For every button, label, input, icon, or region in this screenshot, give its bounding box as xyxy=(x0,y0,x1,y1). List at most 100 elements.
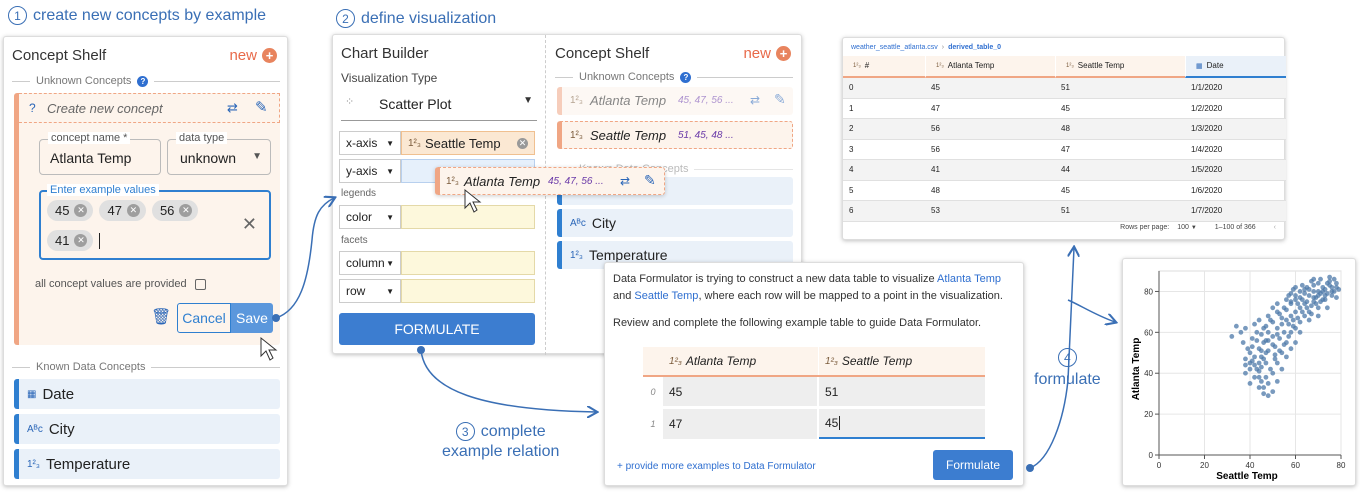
formulate-button[interactable]: Formulate xyxy=(933,450,1013,480)
data-point xyxy=(1252,321,1257,327)
data-point xyxy=(1243,325,1248,331)
provide-more-examples-link[interactable]: + provide more examples to Data Formulat… xyxy=(617,461,816,472)
data-point xyxy=(1268,317,1273,323)
data-point xyxy=(1288,329,1294,335)
data-point xyxy=(1263,374,1269,380)
concept-link[interactable]: Atlanta Temp xyxy=(937,273,1001,285)
data-point xyxy=(1270,389,1276,395)
column-header[interactable]: 1²₃ # xyxy=(843,55,925,78)
vis-type-select[interactable]: ⁘ Scatter Plot ▼ xyxy=(341,87,537,121)
rows-per-page-select[interactable]: 100 ▼ xyxy=(1177,224,1197,231)
concept-card-city[interactable]: Aᴮc City xyxy=(14,414,280,444)
chevron-left-icon[interactable]: ‹ xyxy=(1274,224,1276,231)
save-button[interactable]: Save xyxy=(231,303,273,333)
breadcrumb-table[interactable]: derived_table_0 xyxy=(948,44,1001,51)
formulate-button[interactable]: FORMULATE xyxy=(339,313,535,345)
edit-icon[interactable]: ✎ xyxy=(644,172,656,189)
arrow-origin-dot xyxy=(1026,464,1034,472)
all-values-checkbox[interactable] xyxy=(194,278,206,290)
row-channel-select[interactable]: row ▼ xyxy=(339,279,401,303)
trash-icon[interactable]: 🗑 xyxy=(151,307,171,327)
row-slot[interactable] xyxy=(401,279,535,303)
help-icon[interactable]: ? xyxy=(137,75,149,87)
column-header[interactable]: 1²₃ Atlanta Temp xyxy=(925,55,1055,78)
example-cell[interactable]: 51 xyxy=(819,377,985,406)
data-point xyxy=(1306,287,1312,292)
table-cell: 1/7/2020 xyxy=(1191,206,1223,216)
data-point xyxy=(1284,317,1289,323)
y-axis-channel-select[interactable]: y-axis ▼ xyxy=(339,159,401,183)
value-chip[interactable]: 41 ✕ xyxy=(47,230,94,251)
mouse-cursor-icon xyxy=(464,188,482,213)
column-header[interactable]: ▦ Date xyxy=(1185,55,1286,78)
remove-icon[interactable]: ✕ xyxy=(517,137,528,149)
clear-icon[interactable]: ✕ xyxy=(242,214,257,235)
example-values-field[interactable]: Enter example values 45 ✕ 47 ✕ 56 ✕ 41 ✕ ✕ xyxy=(39,184,271,260)
table-row: 4 41 44 1/5/2020 xyxy=(843,160,1286,181)
create-concept-row[interactable]: ? Create new concept ⇄ ✎ xyxy=(19,93,280,123)
concept-name-field[interactable]: concept name * Atlanta Temp xyxy=(39,132,161,175)
column-channel-select[interactable]: column ▼ xyxy=(339,251,401,275)
example-cell[interactable]: 45 xyxy=(663,377,819,406)
new-concept-button[interactable]: new + xyxy=(743,45,791,63)
scatter-icon: ⁘ xyxy=(345,96,355,108)
concept-card-temperature[interactable]: 1²₃ Temperature xyxy=(14,449,280,479)
value-chip[interactable]: 45 ✕ xyxy=(47,200,94,221)
arrow-builder-to-dialog xyxy=(420,349,596,412)
example-table-header: 1²₃ Atlanta Temp 1²₃ Seattle Temp xyxy=(643,347,985,377)
concept-card-date[interactable]: ▦ Date xyxy=(14,379,280,409)
step-number: 2 xyxy=(336,9,355,28)
example-cell[interactable]: 47 xyxy=(663,409,819,439)
concept-card-seattle-temp[interactable]: 1²₃ Seattle Temp 51, 45, 48 ... xyxy=(557,121,793,149)
panel-title: Concept Shelf xyxy=(12,47,107,64)
table-pagination: Rows per page: 100 ▼ 1–100 of 366 ‹ xyxy=(1120,224,1276,231)
table-cell: 1/5/2020 xyxy=(1191,165,1223,175)
breadcrumb-file[interactable]: weather_seattle_atlanta.csv xyxy=(851,44,938,51)
close-icon[interactable]: ✕ xyxy=(74,204,88,217)
x-axis-slot[interactable]: 1²₃ Seattle Temp ✕ xyxy=(401,131,535,155)
table-cell: 1/4/2020 xyxy=(1191,144,1223,154)
dialog-description: Data Formulator is trying to construct a… xyxy=(613,271,1019,305)
value-chip[interactable]: 56 ✕ xyxy=(151,200,199,221)
table-cell: 48 xyxy=(931,185,940,195)
close-icon[interactable]: ✕ xyxy=(126,204,140,217)
numeric-type-icon: 1²₃ xyxy=(669,355,682,367)
data-point xyxy=(1286,321,1292,327)
value-chip[interactable]: 47 ✕ xyxy=(99,200,146,221)
table-cell: 1/2/2020 xyxy=(1191,103,1223,113)
concept-card-city[interactable]: Aᴮc City xyxy=(557,209,793,237)
data-point xyxy=(1290,317,1296,323)
edit-icon[interactable]: ✎ xyxy=(255,98,268,116)
derive-icon[interactable]: ⇄ xyxy=(620,174,630,188)
data-type-select[interactable]: data type unknown ▼ xyxy=(167,132,271,175)
column-slot[interactable] xyxy=(401,251,535,275)
table-cell: 41 xyxy=(931,165,940,175)
panel-title: Concept Shelf xyxy=(555,45,650,62)
derive-icon[interactable]: ⇄ xyxy=(227,100,238,116)
divider-text: Known Data Concepts xyxy=(36,361,146,373)
chip-label: 47 xyxy=(107,203,122,218)
close-icon[interactable]: ✕ xyxy=(74,234,88,247)
data-point xyxy=(1254,329,1260,335)
table-cell: 3 xyxy=(849,144,854,154)
data-point xyxy=(1274,325,1280,331)
column-header[interactable]: 1²₃ Seattle Temp xyxy=(1055,55,1185,78)
help-icon[interactable]: ? xyxy=(680,71,692,83)
data-point xyxy=(1258,364,1264,370)
x-axis-channel-select[interactable]: x-axis ▼ xyxy=(339,131,401,155)
table-cell: 1/3/2020 xyxy=(1191,124,1223,134)
data-point xyxy=(1329,293,1335,298)
unknown-concepts-divider: Unknown Concepts? xyxy=(12,75,280,87)
data-point xyxy=(1315,305,1321,311)
color-channel-select[interactable]: color ▼ xyxy=(339,205,401,229)
all-values-provided-row: all concept values are provided xyxy=(35,278,206,290)
example-cell-editing[interactable]: 45 xyxy=(819,409,985,439)
cancel-button[interactable]: Cancel xyxy=(177,303,231,333)
concept-link[interactable]: Seattle Temp xyxy=(634,290,698,302)
close-icon[interactable]: ✕ xyxy=(179,204,193,217)
channel-label: row xyxy=(346,284,366,298)
field-value: Atlanta Temp xyxy=(50,150,132,166)
step-text-line2: example relation xyxy=(442,443,560,460)
new-concept-button[interactable]: new + xyxy=(229,47,277,65)
data-point xyxy=(1281,342,1287,347)
